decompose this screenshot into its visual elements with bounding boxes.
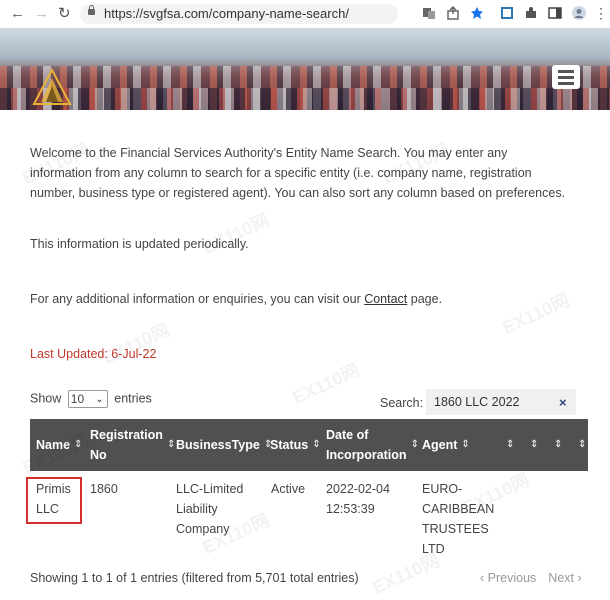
more-icon[interactable]: ⋮ bbox=[594, 4, 608, 22]
watermark: EX110网 bbox=[99, 319, 173, 368]
sort-icon: ⇕ bbox=[74, 439, 83, 450]
hero-banner bbox=[0, 28, 610, 110]
entries-label: entries bbox=[114, 391, 152, 406]
close-icon[interactable]: × bbox=[559, 395, 567, 410]
column-header-label: Name bbox=[36, 438, 71, 452]
watermark: EX110网 bbox=[289, 359, 363, 408]
highlight-box bbox=[26, 477, 82, 524]
puzzle-icon[interactable] bbox=[524, 6, 538, 20]
address-bar[interactable]: https://svgfsa.com/company-name-search/ bbox=[80, 4, 398, 24]
sort-icon: ⇕ bbox=[530, 439, 539, 450]
translate-icon[interactable] bbox=[422, 6, 436, 20]
column-header-date[interactable]: Date of Incorporation ⇕ bbox=[326, 419, 419, 471]
lock-icon bbox=[88, 5, 95, 15]
column-header-label: BusinessType bbox=[176, 438, 260, 452]
sort-icon: ⇕ bbox=[578, 439, 587, 450]
show-label: Show bbox=[30, 391, 62, 406]
table-info: Showing 1 to 1 of 1 entries (filtered fr… bbox=[30, 571, 359, 585]
chevron-down-icon: ⌄ bbox=[95, 394, 104, 405]
search-input-value: 1860 LLC 2022 bbox=[434, 395, 520, 409]
cell-registration: 1860 bbox=[90, 482, 118, 496]
cell-status: Active bbox=[271, 482, 306, 496]
watermark: EX110网 bbox=[199, 209, 273, 258]
extension-icon[interactable] bbox=[500, 6, 514, 20]
column-header-label: Agent bbox=[422, 438, 458, 452]
contact-link[interactable]: Contact bbox=[364, 292, 407, 306]
sort-icon: ⇕ bbox=[166, 439, 176, 450]
reload-icon[interactable]: ↻ bbox=[58, 5, 71, 23]
column-header-registration[interactable]: Registration No ⇕ bbox=[90, 419, 176, 471]
sort-icon: ⇕ bbox=[461, 439, 470, 450]
fsa-logo-icon[interactable] bbox=[30, 68, 74, 106]
column-header-label: Date of Incorporation bbox=[326, 428, 407, 462]
forward-icon[interactable]: → bbox=[34, 5, 49, 23]
cell-agent: EURO-CARIBBEAN TRUSTEES LTD bbox=[422, 482, 495, 556]
share-icon[interactable] bbox=[446, 6, 460, 20]
table-header: Name ⇕ Registration No ⇕ BusinessType ⇕ Sta… bbox=[30, 419, 588, 471]
search-label: Search: bbox=[380, 396, 424, 410]
column-header-extra-1[interactable]: ⇕ bbox=[502, 419, 514, 471]
column-header-status[interactable]: Status ⇕ bbox=[270, 419, 324, 471]
contact-prefix: For any additional information or enquir… bbox=[30, 292, 365, 306]
star-icon[interactable] bbox=[470, 6, 484, 20]
next-button[interactable]: Next › bbox=[548, 571, 581, 585]
contact-suffix: page. bbox=[407, 292, 443, 306]
town-image-foreground bbox=[0, 88, 610, 110]
sort-icon: ⇕ bbox=[554, 439, 563, 450]
sort-icon: ⇕ bbox=[506, 439, 515, 450]
hamburger-menu-icon[interactable] bbox=[552, 65, 580, 89]
contact-paragraph: For any additional information or enquir… bbox=[30, 292, 442, 306]
intro-paragraph: Welcome to the Financial Services Author… bbox=[30, 146, 566, 200]
sort-icon: ⇕ bbox=[312, 439, 321, 450]
previous-button[interactable]: ‹ Previous bbox=[480, 571, 536, 585]
column-header-businesstype[interactable]: BusinessType ⇕ bbox=[176, 419, 272, 471]
browser-toolbar: ← → ↻ https://svgfsa.com/company-name-se… bbox=[0, 0, 610, 29]
entries-select-value: 10 bbox=[70, 392, 85, 406]
entries-length-control: Show 10 ⌄ entries bbox=[30, 390, 152, 408]
pagination: ‹ Previous Next › bbox=[480, 571, 594, 585]
column-header-extra-3[interactable]: ⇕ bbox=[550, 419, 562, 471]
column-header-extra-4[interactable]: ⇕ bbox=[574, 419, 586, 471]
column-header-label: Status bbox=[270, 438, 309, 452]
column-header-agent[interactable]: Agent ⇕ bbox=[422, 419, 478, 471]
back-icon[interactable]: ← bbox=[10, 5, 25, 23]
column-header-name[interactable]: Name ⇕ bbox=[36, 419, 86, 471]
last-updated: Last Updated: 6-Jul-22 bbox=[30, 347, 157, 361]
sidepanel-icon[interactable] bbox=[548, 6, 562, 20]
cell-businesstype: LLC-Limited Liability Company bbox=[176, 482, 244, 536]
update-note: This information is updated periodically… bbox=[30, 237, 249, 251]
url-text: https://svgfsa.com/company-name-search/ bbox=[104, 6, 349, 21]
profile-icon[interactable] bbox=[572, 6, 586, 20]
column-header-extra-2[interactable]: ⇕ bbox=[526, 419, 538, 471]
column-header-label: Registration No bbox=[90, 428, 163, 462]
cell-date: 2022-02-04 12:53:39 bbox=[326, 482, 390, 516]
entries-select[interactable]: 10 ⌄ bbox=[67, 390, 108, 408]
sort-icon: ⇕ bbox=[410, 439, 419, 450]
watermark: EX110网 bbox=[499, 289, 573, 338]
search-input[interactable]: 1860 LLC 2022 × bbox=[426, 389, 576, 415]
